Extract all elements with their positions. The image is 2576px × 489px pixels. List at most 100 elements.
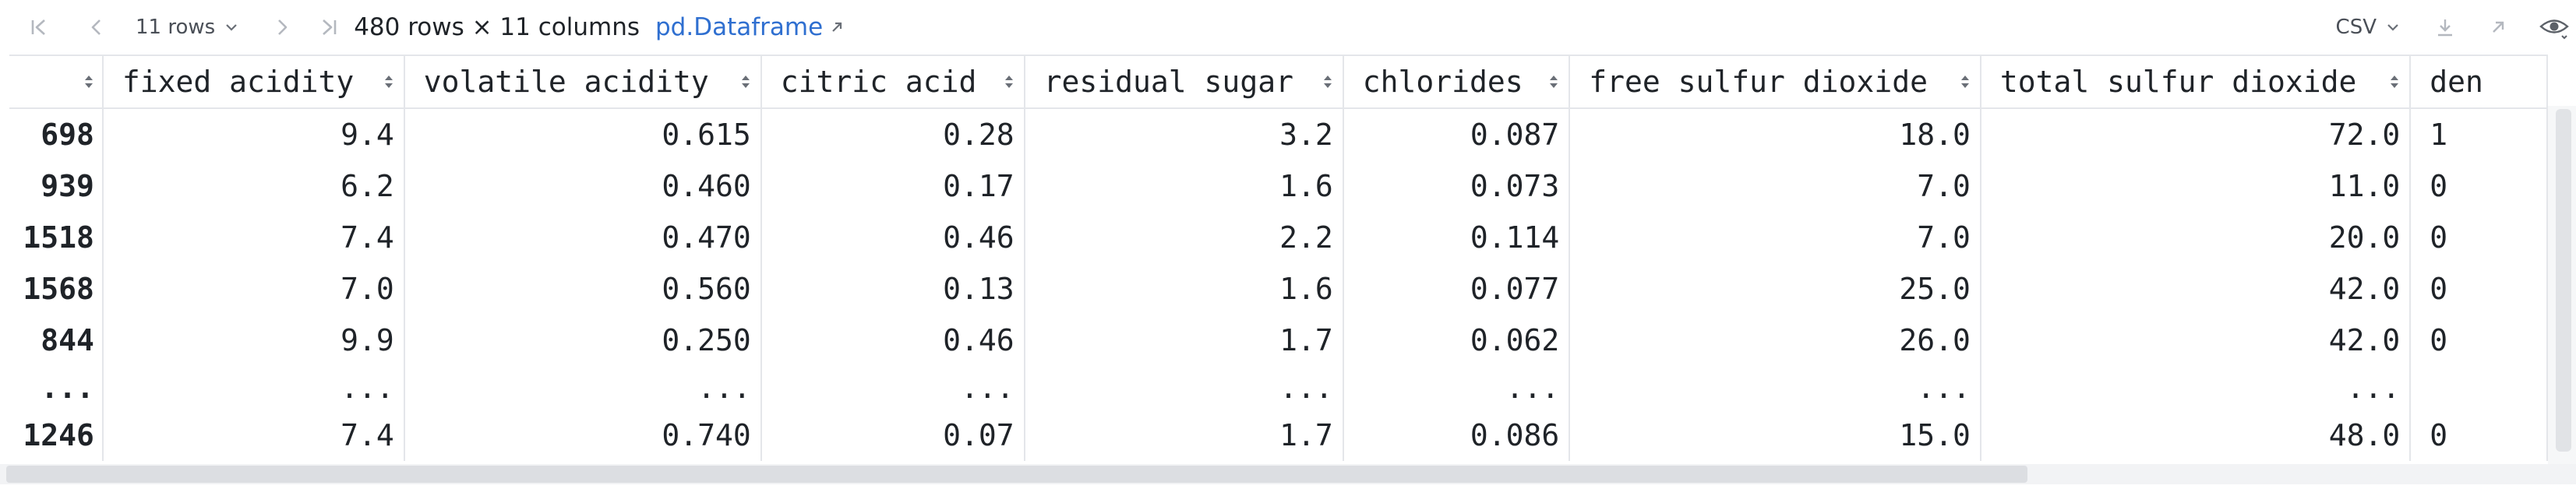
table-cell: 0 — [2410, 212, 2548, 263]
dataframe-type-label: pd.Dataframe — [655, 13, 824, 41]
table-cell: 9.9 — [102, 315, 405, 366]
previous-page-icon[interactable] — [81, 16, 112, 39]
row-index: 698 — [9, 108, 104, 160]
row-index: 844 — [9, 315, 104, 366]
chevron-down-icon — [226, 24, 237, 31]
table-cell: 7.4 — [102, 410, 405, 461]
export-format-select[interactable]: CSV — [2336, 16, 2401, 39]
next-page-icon[interactable] — [266, 16, 298, 39]
table-cell: 0.087 — [1343, 108, 1571, 160]
sort-icon[interactable] — [83, 73, 94, 90]
table-cell: ... — [102, 366, 405, 410]
table-cell: 0.07 — [760, 410, 1025, 461]
table-cell: 0.077 — [1343, 263, 1571, 315]
column-header-label: free sulfur dioxide — [1589, 65, 1928, 99]
horizontal-scrollbar[interactable] — [0, 464, 2576, 484]
table-cell: ... — [760, 366, 1025, 410]
table-row: 698 9.4 0.615 0.28 3.2 0.087 18.0 72.0 1 — [9, 108, 2548, 160]
table-cell: 7.0 — [1569, 212, 1981, 263]
table-cell: 20.0 — [1980, 212, 2412, 263]
column-header-residual-sugar[interactable]: residual sugar — [1024, 56, 1344, 109]
table-cell: ... — [1569, 366, 1981, 410]
toolbar: 11 rows 480 rows × 11 columns pd.Datafra… — [0, 0, 2576, 55]
download-icon[interactable] — [2430, 16, 2461, 39]
table-cell: 0 — [2410, 315, 2548, 366]
row-index: 939 — [9, 160, 104, 212]
table-cell: 7.4 — [102, 212, 405, 263]
table-cell: 0.114 — [1343, 212, 1571, 263]
sort-icon[interactable] — [1548, 73, 1559, 90]
chevron-down-icon — [2387, 24, 2398, 31]
sort-icon[interactable] — [1322, 73, 1333, 90]
dataframe-type-link[interactable]: pd.Dataframe — [655, 13, 845, 41]
table-cell: 0.740 — [404, 410, 762, 461]
column-header-density[interactable]: den — [2410, 56, 2548, 109]
first-page-icon[interactable] — [23, 16, 55, 39]
sort-icon[interactable] — [1960, 73, 1971, 90]
horizontal-scrollbar-thumb[interactable] — [6, 466, 2027, 483]
column-header-total-sulfur-dioxide[interactable]: total sulfur dioxide — [1980, 56, 2412, 109]
table-row: 1568 7.0 0.560 0.13 1.6 0.077 25.0 42.0 … — [9, 263, 2548, 315]
table-row: 844 9.9 0.250 0.46 1.7 0.062 26.0 42.0 0 — [9, 315, 2548, 366]
table-cell — [2410, 366, 2548, 410]
table-cell: 25.0 — [1569, 263, 1981, 315]
table-cell: 0.13 — [760, 263, 1025, 315]
table-cell: 0.250 — [404, 315, 762, 366]
column-header-label: volatile acidity — [423, 65, 709, 99]
index-column-header[interactable] — [9, 56, 104, 109]
vertical-scrollbar-thumb[interactable] — [2556, 109, 2571, 452]
table-cell: 0.470 — [404, 212, 762, 263]
table-cell: 0.46 — [760, 212, 1025, 263]
header-row: fixed acidity volatile acidity citric ac… — [9, 56, 2548, 109]
sort-icon[interactable] — [2389, 73, 2400, 90]
column-header-chlorides[interactable]: chlorides — [1343, 56, 1571, 109]
column-header-label: citric acid — [780, 65, 977, 99]
table-cell: ... — [404, 366, 762, 410]
table-cell: 7.0 — [102, 263, 405, 315]
table-cell: 0 — [2410, 410, 2548, 461]
table-cell: ... — [1343, 366, 1571, 410]
eye-icon[interactable] — [2537, 15, 2571, 40]
table-cell: 0.46 — [760, 315, 1025, 366]
table-cell: 1.7 — [1024, 315, 1344, 366]
export-format-label: CSV — [2335, 16, 2377, 39]
table-cell: ... — [1980, 366, 2412, 410]
table-cell: 48.0 — [1980, 410, 2412, 461]
table-cell: 0 — [2410, 160, 2548, 212]
vertical-scrollbar[interactable] — [2548, 106, 2576, 464]
table-cell: 0.28 — [760, 108, 1025, 160]
rows-per-page-select[interactable]: 11 rows — [136, 16, 240, 39]
table-cell: 18.0 — [1569, 108, 1981, 160]
column-header-fixed-acidity[interactable]: fixed acidity — [102, 56, 405, 109]
last-page-icon[interactable] — [313, 16, 344, 39]
toolbar-actions: CSV — [2336, 0, 2576, 55]
column-header-free-sulfur-dioxide[interactable]: free sulfur dioxide — [1569, 56, 1981, 109]
rows-select-label: 11 rows — [136, 16, 216, 39]
table-cell: 11.0 — [1980, 160, 2412, 212]
column-header-volatile-acidity[interactable]: volatile acidity — [404, 56, 762, 109]
open-in-new-icon[interactable] — [2482, 16, 2514, 38]
table-cell: 26.0 — [1569, 315, 1981, 366]
column-header-label: total sulfur dioxide — [1999, 65, 2357, 99]
table-cell: 2.2 — [1024, 212, 1344, 263]
table-cell: ... — [1024, 366, 1344, 410]
table-cell: 42.0 — [1980, 315, 2412, 366]
table-cell: 3.2 — [1024, 108, 1344, 160]
dataframe-viewer: 11 rows 480 rows × 11 columns pd.Datafra… — [0, 0, 2576, 489]
sort-icon[interactable] — [740, 73, 751, 90]
table-cell: 9.4 — [102, 108, 405, 160]
sort-icon[interactable] — [1004, 73, 1015, 90]
table-cell: 0.17 — [760, 160, 1025, 212]
table-row: 1518 7.4 0.470 0.46 2.2 0.114 7.0 20.0 0 — [9, 212, 2548, 263]
table-cell: 0.086 — [1343, 410, 1571, 461]
column-header-citric-acid[interactable]: citric acid — [760, 56, 1025, 109]
row-index: 1246 — [9, 410, 104, 461]
column-header-label: fixed acidity — [122, 65, 355, 99]
column-header-label: chlorides — [1362, 65, 1523, 99]
table-cell: 72.0 — [1980, 108, 2412, 160]
sort-icon[interactable] — [383, 73, 394, 90]
table-cell: 6.2 — [102, 160, 405, 212]
arrow-up-right-icon — [832, 22, 842, 32]
table-cell: 42.0 — [1980, 263, 2412, 315]
table-row: 939 6.2 0.460 0.17 1.6 0.073 7.0 11.0 0 — [9, 160, 2548, 212]
